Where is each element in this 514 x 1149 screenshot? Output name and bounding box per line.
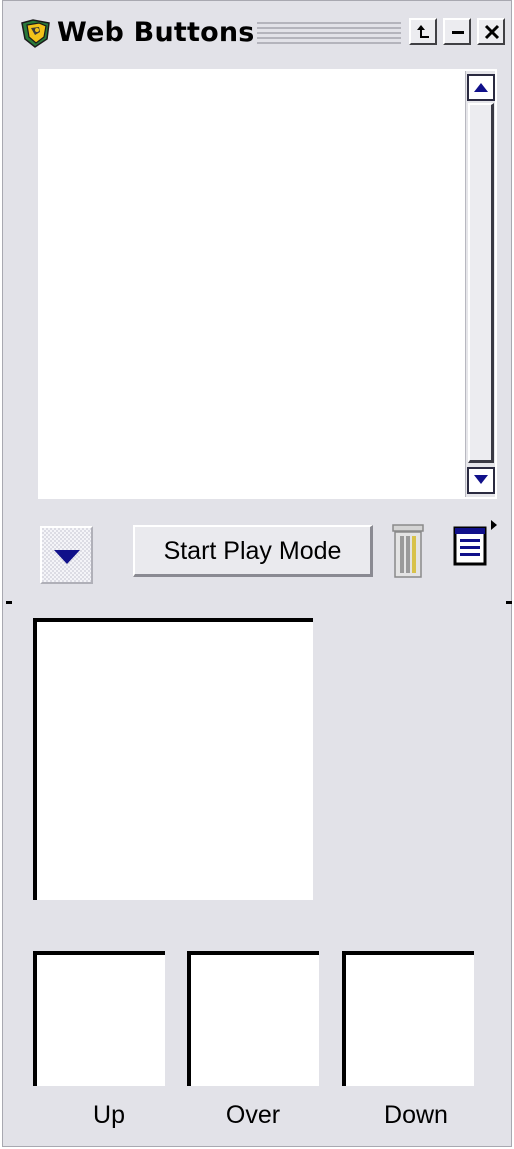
scrollbar-thumb[interactable] <box>468 103 494 463</box>
vertical-scrollbar[interactable] <box>465 71 495 497</box>
close-button[interactable] <box>477 18 505 45</box>
title-grip[interactable] <box>257 22 401 44</box>
scroll-down-button[interactable] <box>467 467 495 494</box>
dropdown-button[interactable] <box>40 526 93 584</box>
minimize-icon <box>452 31 464 34</box>
pin-button[interactable] <box>409 18 437 45</box>
web-buttons-app-icon <box>19 17 53 49</box>
splitter-mark-left <box>6 601 12 604</box>
panel-title: Web Buttons <box>57 17 255 48</box>
pin-icon <box>417 25 429 38</box>
scroll-up-arrow-icon <box>474 83 488 92</box>
state-up-preview[interactable] <box>33 951 165 1086</box>
state-over-label: Over <box>225 1101 281 1129</box>
button-preview <box>33 618 313 900</box>
minimize-button[interactable] <box>443 18 471 45</box>
button-library-list[interactable] <box>38 69 497 499</box>
options-menu-icon[interactable] <box>451 518 501 572</box>
state-down-preview[interactable] <box>342 951 474 1086</box>
state-up-label: Up <box>93 1101 125 1129</box>
web-buttons-panel: Web Buttons Start Play Mode Up Over Down <box>2 0 512 1147</box>
state-down-label: Down <box>384 1101 448 1129</box>
start-play-mode-button[interactable]: Start Play Mode <box>133 525 373 577</box>
close-icon <box>484 24 500 40</box>
trash-icon[interactable] <box>387 523 429 579</box>
scroll-down-arrow-icon <box>474 475 488 484</box>
splitter-mark-right <box>506 601 512 604</box>
dropdown-arrow-icon <box>54 550 80 564</box>
state-over-preview[interactable] <box>187 951 319 1086</box>
title-bar[interactable]: Web Buttons <box>3 1 511 63</box>
scroll-up-button[interactable] <box>467 74 495 101</box>
